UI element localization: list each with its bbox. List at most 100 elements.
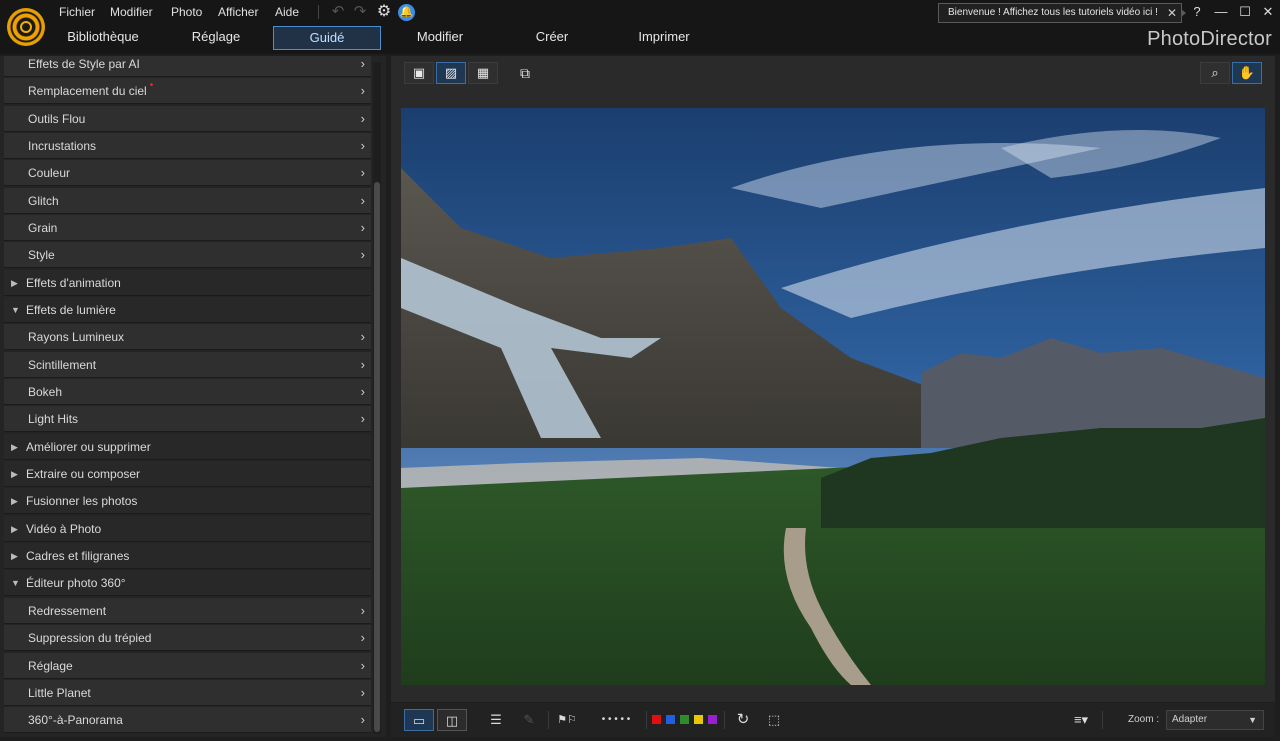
maximize-button[interactable]: ☐ bbox=[1234, 2, 1256, 22]
chevron-right-icon: › bbox=[360, 411, 365, 426]
category-row[interactable]: ▼ Éditeur photo 360° bbox=[4, 570, 371, 596]
sort-menu-icon[interactable]: ≡▾ bbox=[1068, 709, 1094, 731]
crop-icon[interactable]: ⬚ bbox=[762, 709, 786, 731]
toolbar-divider bbox=[724, 711, 725, 729]
menu-fichier[interactable]: Fichier bbox=[59, 0, 95, 24]
tab-bibliotheque[interactable]: Bibliothèque bbox=[55, 26, 151, 50]
expand-arrow-icon: ▶ bbox=[11, 496, 18, 506]
category-row[interactable]: ▶ Améliorer ou supprimer bbox=[4, 434, 371, 460]
zoom-select-value: Adapter bbox=[1172, 714, 1208, 725]
new-badge: • bbox=[149, 80, 154, 91]
compare-view-button[interactable]: ▣ bbox=[404, 62, 434, 84]
color-label-green[interactable] bbox=[680, 715, 689, 724]
app-logo-icon[interactable] bbox=[7, 8, 45, 46]
collapse-arrow-icon: ▼ bbox=[11, 578, 20, 588]
photo-preview[interactable] bbox=[401, 108, 1265, 685]
tab-reglage[interactable]: Réglage bbox=[168, 26, 264, 50]
chevron-right-icon: › bbox=[360, 384, 365, 399]
panel-scrollbar-thumb[interactable] bbox=[374, 182, 380, 732]
menu-afficher[interactable]: Afficher bbox=[218, 0, 258, 24]
chevron-right-icon: › bbox=[360, 56, 365, 71]
list-item[interactable]: Incrustations › bbox=[4, 133, 371, 159]
list-item[interactable]: Bokeh › bbox=[4, 379, 371, 405]
chevron-right-icon: › bbox=[360, 220, 365, 235]
chevron-right-icon: › bbox=[360, 603, 365, 618]
list-item[interactable]: Glitch › bbox=[4, 188, 371, 214]
tab-modifier[interactable]: Modifier bbox=[390, 26, 490, 50]
chevron-right-icon: › bbox=[360, 247, 365, 262]
expand-arrow-icon: ▶ bbox=[11, 469, 18, 479]
minimize-button[interactable]: — bbox=[1210, 2, 1232, 22]
help-button[interactable]: ? bbox=[1186, 2, 1208, 22]
tutorial-banner[interactable]: Bienvenue ! Affichez tous les tutoriels … bbox=[938, 3, 1182, 23]
guided-effects-panel: Effets de Style par AI › Remplacement du … bbox=[0, 56, 386, 737]
color-label-purple[interactable] bbox=[708, 715, 717, 724]
category-row[interactable]: ▶ Extraire ou composer bbox=[4, 461, 371, 487]
notification-bell-icon[interactable]: 🔔 bbox=[398, 4, 415, 21]
list-item[interactable]: Scintillement › bbox=[4, 352, 371, 378]
list-item[interactable]: Réglage › bbox=[4, 653, 371, 679]
category-row[interactable]: ▶ Vidéo à Photo bbox=[4, 516, 371, 542]
chevron-right-icon: › bbox=[360, 329, 365, 344]
zoom-select[interactable]: Adapter ▼ bbox=[1166, 710, 1264, 730]
list-item[interactable]: Couleur › bbox=[4, 160, 371, 186]
list-item[interactable]: Outils Flou › bbox=[4, 106, 371, 132]
zoom-tool-button[interactable]: ⌕ bbox=[1200, 62, 1230, 84]
redo-icon[interactable]: ↷ bbox=[351, 4, 369, 20]
list-item[interactable]: Suppression du trépied › bbox=[4, 625, 371, 651]
menu-modifier[interactable]: Modifier bbox=[110, 0, 153, 24]
category-row[interactable]: ▼ Effets de lumière bbox=[4, 297, 371, 323]
tab-guide[interactable]: Guidé bbox=[273, 26, 381, 50]
category-row[interactable]: ▶ Fusionner les photos bbox=[4, 488, 371, 514]
list-item[interactable]: Effets de Style par AI › bbox=[4, 56, 371, 77]
second-display-icon[interactable]: ⧉ bbox=[513, 63, 537, 83]
tab-imprimer[interactable]: Imprimer bbox=[614, 26, 714, 50]
magnifier-icon: ⌕ bbox=[1211, 65, 1219, 80]
color-label-red[interactable] bbox=[652, 715, 661, 724]
list-item[interactable]: 360°-à-Panorama › bbox=[4, 707, 371, 733]
list-item[interactable]: Little Planet › bbox=[4, 680, 371, 706]
list-item[interactable]: Style › bbox=[4, 242, 371, 268]
chevron-right-icon: › bbox=[360, 111, 365, 126]
presets-sort-icon[interactable]: ☰ bbox=[484, 709, 508, 731]
before-after-button[interactable]: ◫ bbox=[437, 709, 467, 731]
rating-stars[interactable]: • • • • • bbox=[589, 709, 643, 731]
zoom-label: Zoom : bbox=[1128, 714, 1160, 725]
menu-photo[interactable]: Photo bbox=[171, 0, 202, 24]
rotate-icon[interactable]: ↻ bbox=[732, 709, 754, 731]
expand-arrow-icon: ▶ bbox=[11, 442, 18, 452]
expand-arrow-icon: ▶ bbox=[11, 551, 18, 561]
close-banner-icon[interactable]: ✕ bbox=[1167, 4, 1177, 22]
app-brand-title: PhotoDirector bbox=[1147, 28, 1272, 50]
color-label-blue[interactable] bbox=[666, 715, 675, 724]
single-view-icon: ▨ bbox=[444, 65, 458, 80]
list-item[interactable]: Remplacement du ciel • › bbox=[4, 78, 371, 104]
undo-icon[interactable]: ↶ bbox=[329, 4, 347, 20]
chevron-right-icon: › bbox=[360, 165, 365, 180]
list-item[interactable]: Light Hits › bbox=[4, 406, 371, 432]
color-label-yellow[interactable] bbox=[694, 715, 703, 724]
chevron-right-icon: › bbox=[360, 357, 365, 372]
tab-creer[interactable]: Créer bbox=[502, 26, 602, 50]
hand-icon: ✋ bbox=[1238, 65, 1256, 80]
tutorial-banner-text[interactable]: Bienvenue ! Affichez tous les tutoriels … bbox=[948, 7, 1158, 18]
list-item[interactable]: Grain › bbox=[4, 215, 371, 241]
list-item[interactable]: Redressement › bbox=[4, 598, 371, 624]
gear-icon[interactable]: ⚙ bbox=[375, 3, 393, 21]
expand-arrow-icon: ▶ bbox=[11, 278, 18, 288]
chevron-right-icon: › bbox=[360, 658, 365, 673]
single-photo-icon: ▭ bbox=[412, 713, 426, 728]
category-row[interactable]: ▶ Effets d'animation bbox=[4, 270, 371, 296]
single-photo-button[interactable]: ▭ bbox=[404, 709, 434, 731]
menu-aide[interactable]: Aide bbox=[275, 0, 299, 24]
single-view-button[interactable]: ▨ bbox=[436, 62, 466, 84]
grid-view-button[interactable]: ▦ bbox=[468, 62, 498, 84]
chevron-right-icon: › bbox=[360, 630, 365, 645]
flag-icon[interactable]: ⚑⚐ bbox=[555, 709, 579, 731]
close-window-button[interactable]: ✕ bbox=[1257, 2, 1279, 22]
list-item[interactable]: Rayons Lumineux › bbox=[4, 324, 371, 350]
category-row[interactable]: ▶ Cadres et filigranes bbox=[4, 543, 371, 569]
pan-tool-button[interactable]: ✋ bbox=[1232, 62, 1262, 84]
chevron-right-icon: › bbox=[360, 138, 365, 153]
before-after-icon: ◫ bbox=[445, 713, 459, 728]
